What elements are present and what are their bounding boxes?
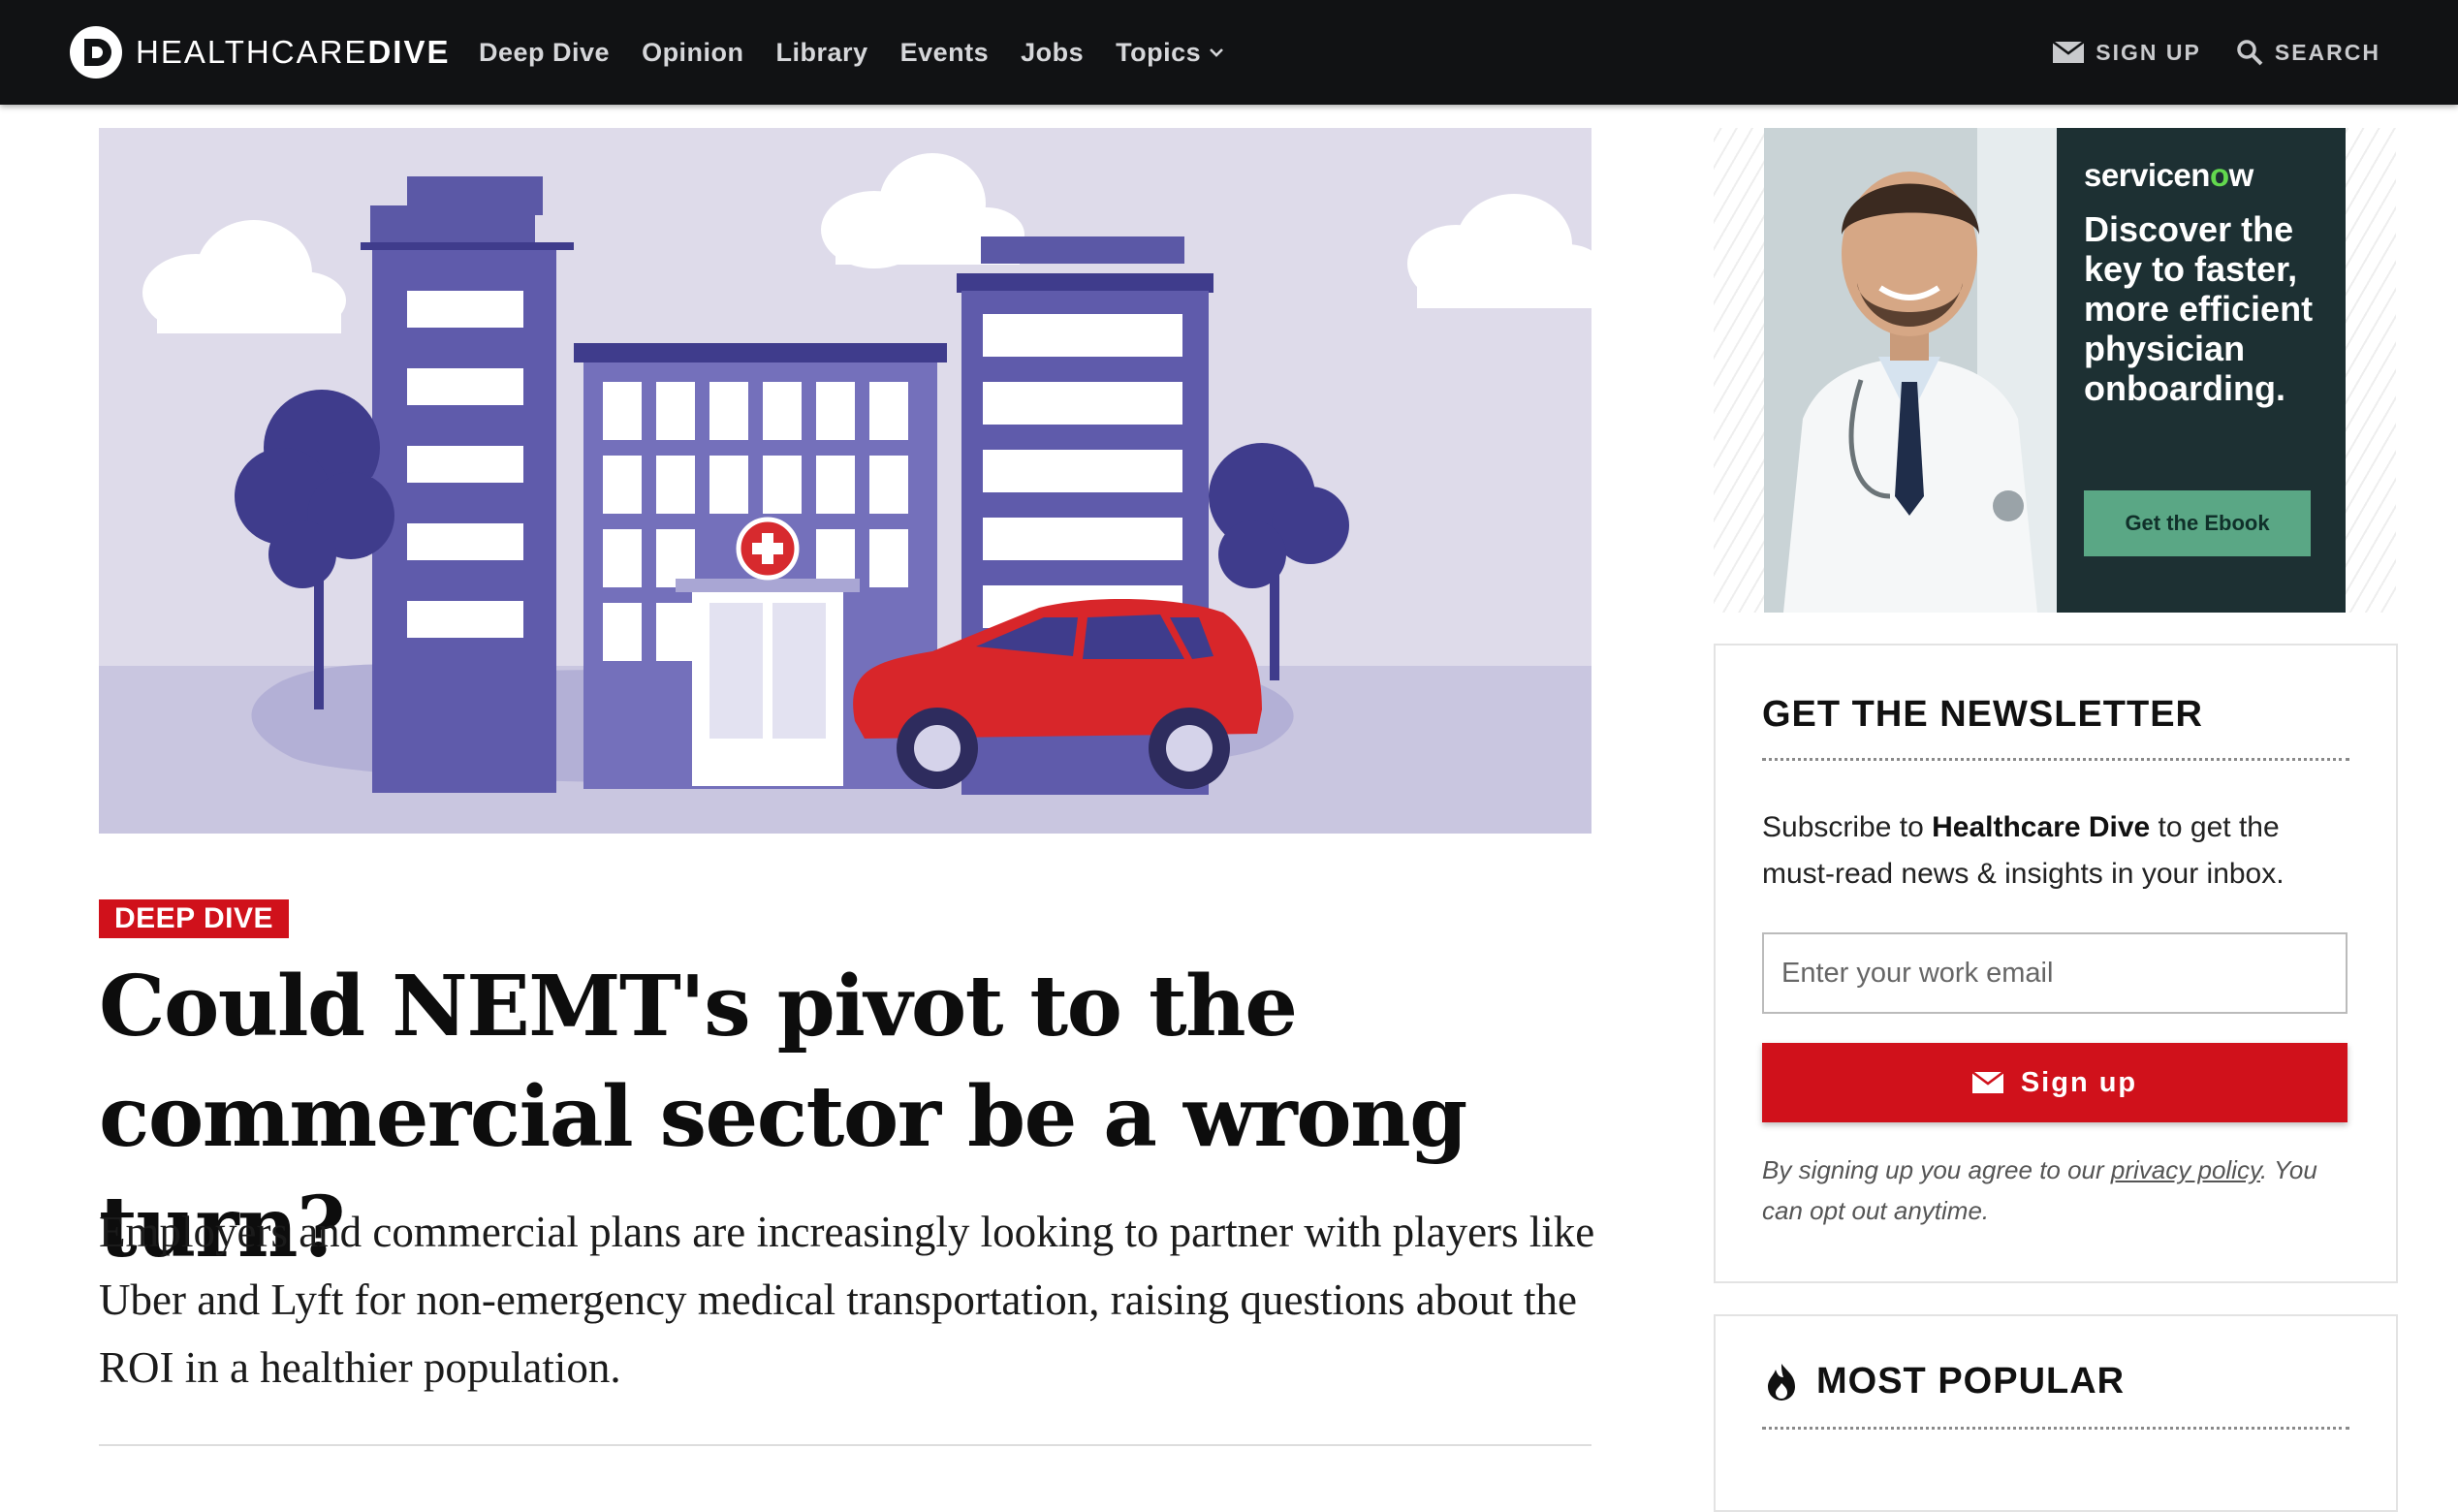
nav-link-events[interactable]: Events [900, 38, 990, 68]
newsletter-description: Subscribe to Healthcare Dive to get the … [1762, 804, 2353, 898]
envelope-icon [1971, 1072, 2003, 1093]
ad-headline: Discover the key to faster, more efficie… [2084, 209, 2314, 408]
envelope-icon [2053, 42, 2085, 63]
nav-link-opinion[interactable]: Opinion [642, 38, 743, 68]
ad-brand-pre: servicen [2084, 157, 2210, 193]
newsletter-box: GET THE NEWSLETTER Subscribe to Healthca… [1714, 644, 2398, 1283]
sign-up-link[interactable]: SIGN UP [2053, 40, 2201, 66]
ad-brand-post: w [2228, 157, 2254, 193]
email-field[interactable] [1762, 932, 2348, 1014]
privacy-policy-link[interactable]: privacy policy [2111, 1155, 2260, 1184]
most-popular-divider [1762, 1427, 2349, 1430]
logo-icon [70, 26, 122, 79]
nav-link-jobs[interactable]: Jobs [1021, 38, 1084, 68]
site-logo[interactable]: HEALTHCAREDIVE [70, 25, 450, 79]
nav-utilities: SIGN UP SEARCH [2018, 0, 2380, 105]
newsletter-title-divider [1762, 758, 2349, 761]
search-label: SEARCH [2274, 39, 2380, 65]
logo-text-bold: DIVE [367, 34, 451, 70]
nav-link-topics[interactable]: Topics [1116, 38, 1224, 68]
article-dek: Employers and commercial plans are incre… [99, 1208, 1595, 1392]
deep-dive-tag[interactable]: DEEP DIVE [99, 899, 290, 938]
sign-up-label: SIGN UP [2096, 39, 2201, 65]
logo-text-light: HEALTHCARE [136, 34, 368, 70]
newsletter-text-brand: Healthcare Dive [1932, 811, 2151, 843]
disclaimer-text-pre: By signing up you agree to our [1762, 1155, 2111, 1184]
newsletter-disclaimer: By signing up you agree to our privacy p… [1762, 1150, 2363, 1231]
search-icon [2237, 40, 2263, 66]
search-link[interactable]: SEARCH [2236, 39, 2380, 66]
most-popular-heading: MOST POPULAR [1762, 1361, 2125, 1402]
ad-copy-panel: servicenow Discover the key to faster, m… [2057, 128, 2346, 613]
top-nav: HEALTHCAREDIVE Deep Dive Opinion Library… [0, 0, 2458, 105]
nav-link-library[interactable]: Library [776, 38, 868, 68]
newsletter-sign-up-label: Sign up [2020, 1066, 2138, 1098]
newsletter-text-pre: Subscribe to [1762, 811, 1933, 843]
logo-wordmark: HEALTHCAREDIVE [136, 34, 450, 71]
flame-icon [1768, 1363, 1795, 1401]
ad-cta-button[interactable]: Get the Ebook [2084, 490, 2311, 556]
primary-nav: Deep Dive Opinion Library Events Jobs To… [479, 0, 1256, 105]
hero-illustration [99, 128, 1591, 834]
nav-link-deep-dive[interactable]: Deep Dive [479, 38, 610, 68]
newsletter-title: GET THE NEWSLETTER [1762, 694, 2203, 735]
ad-brand-logo: servicenow [2084, 157, 2253, 194]
most-popular-box: MOST POPULAR [1714, 1314, 2398, 1512]
divider [99, 1444, 1591, 1446]
servicenow-ad[interactable]: servicenow Discover the key to faster, m… [1764, 128, 2346, 613]
ad-doctor-photo [1764, 128, 2057, 613]
chevron-down-icon [1210, 48, 1224, 57]
most-popular-title: MOST POPULAR [1816, 1361, 2126, 1402]
newsletter-sign-up-button[interactable]: Sign up [1762, 1043, 2348, 1122]
nav-link-topics-label: Topics [1116, 37, 1202, 67]
ad-brand-o: o [2209, 157, 2229, 193]
